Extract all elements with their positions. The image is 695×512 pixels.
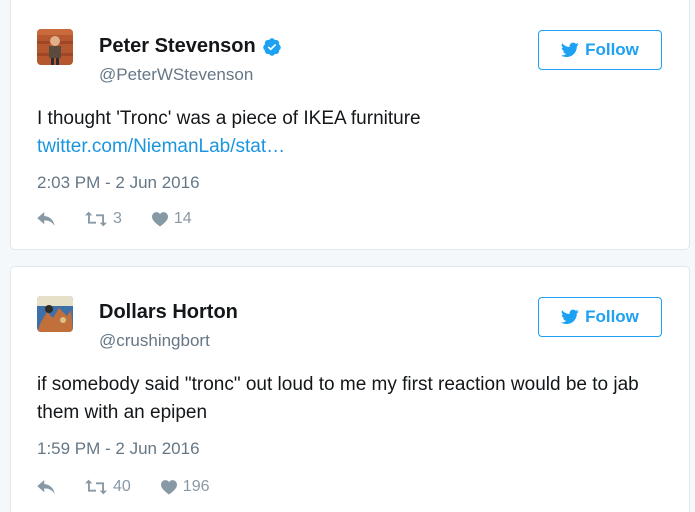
follow-button-label: Follow [585,307,639,326]
retweet-count: 3 [113,210,122,227]
tweet-embed-page: Peter Stevenson @PeterWStevenson Follow … [0,0,695,512]
twitter-bird-icon [561,309,579,325]
reply-button[interactable] [37,480,55,494]
tweet-timestamp[interactable]: 1:59 PM - 2 Jun 2016 [37,439,200,459]
like-count: 14 [173,210,192,227]
reply-icon [37,212,55,226]
author-handle[interactable]: @crushingbort [99,331,210,351]
tweet-text-body: I thought 'Tronc' was a piece of IKEA fu… [37,108,421,129]
like-button[interactable]: 14 [151,210,192,228]
tweet-card: Dollars Horton @crushingbort Follow if s… [10,266,690,512]
retweet-count: 40 [113,478,131,495]
avatar[interactable] [37,29,73,65]
heart-icon [151,211,168,226]
tweet-card: Peter Stevenson @PeterWStevenson Follow … [10,0,690,250]
like-button[interactable]: 196 [160,478,210,496]
reply-button[interactable] [37,212,55,226]
tweet-link[interactable]: twitter.com/NiemanLab/stat… [37,133,285,161]
author-name[interactable]: Dollars Horton [99,301,238,324]
follow-button-label: Follow [585,40,639,59]
avatar[interactable] [37,296,73,332]
heart-icon [160,479,177,494]
author-name[interactable]: Peter Stevenson [99,35,282,58]
tweet-actions: 3 14 [37,210,222,228]
tweet-text: if somebody said "tronc" out loud to me … [37,374,639,423]
follow-button[interactable]: Follow [538,30,662,70]
tweet-actions: 40 196 [37,478,240,496]
tweet-text: I thought 'Tronc' was a piece of IKEA fu… [37,105,667,161]
retweet-button[interactable]: 40 [85,478,131,496]
tweet-timestamp[interactable]: 2:03 PM - 2 Jun 2016 [37,173,200,193]
follow-button[interactable]: Follow [538,297,662,337]
twitter-bird-icon [561,42,579,58]
retweet-icon [85,479,107,495]
like-count: 196 [182,478,210,495]
verified-badge-icon [262,37,282,57]
reply-icon [37,480,55,494]
author-name-text[interactable]: Peter Stevenson [99,35,256,58]
author-name-text[interactable]: Dollars Horton [99,301,238,324]
retweet-button[interactable]: 3 [85,210,122,228]
retweet-icon [85,211,107,227]
author-handle[interactable]: @PeterWStevenson [99,65,253,85]
